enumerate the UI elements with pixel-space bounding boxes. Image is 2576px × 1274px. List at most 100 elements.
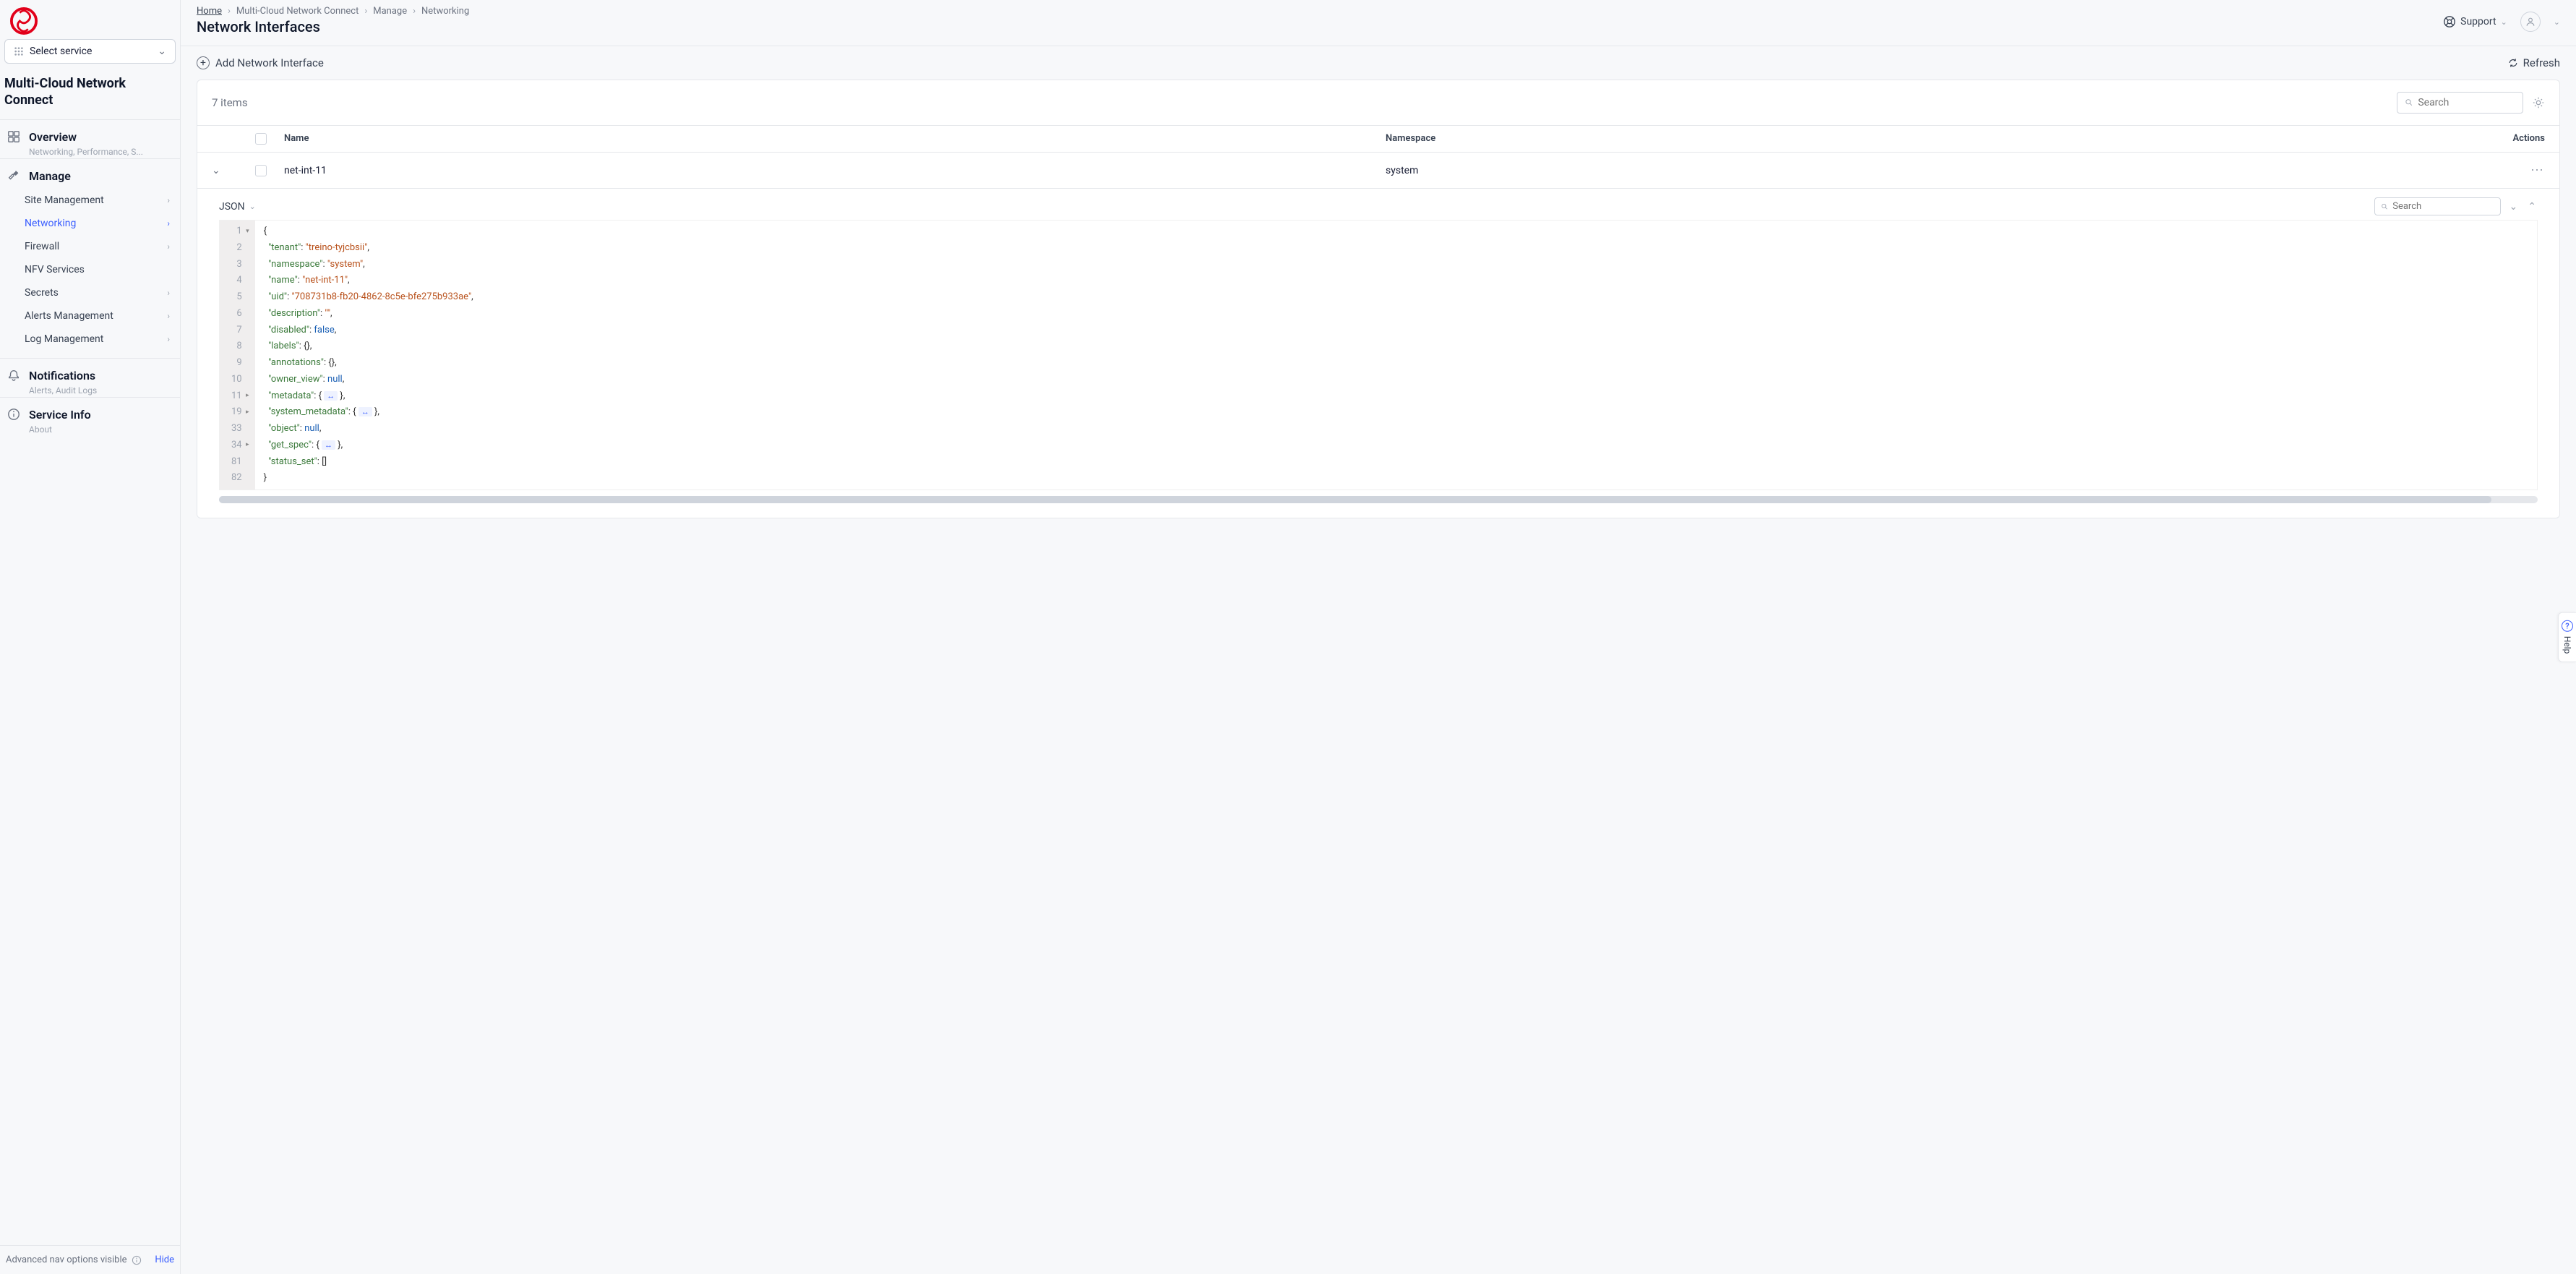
sidebar-item-log-management[interactable]: Log Management› <box>0 328 180 351</box>
code-line: "description": "", <box>264 306 2528 322</box>
breadcrumb-item[interactable]: Multi-Cloud Network Connect <box>236 6 359 17</box>
add-network-interface-button[interactable]: + Add Network Interface <box>197 56 324 69</box>
sidebar-item-alerts-management[interactable]: Alerts Management› <box>0 304 180 328</box>
table-search[interactable] <box>2397 92 2523 114</box>
user-avatar[interactable] <box>2520 12 2541 32</box>
refresh-button[interactable]: Refresh <box>2507 56 2560 69</box>
code-line: "metadata": { ↔ }, <box>264 388 2528 405</box>
breadcrumb-item[interactable]: Manage <box>373 6 407 17</box>
json-viewer: 1▾234567891011▸19▸3334▸8182 { "tenant": … <box>219 220 2538 490</box>
line-number[interactable]: 19▸ <box>231 404 249 421</box>
line-number: 3 <box>231 257 249 273</box>
sidebar-item-firewall[interactable]: Firewall› <box>0 235 180 258</box>
col-name: Name <box>284 133 1386 145</box>
line-number: 7 <box>231 322 249 339</box>
page-title: Network Interfaces <box>197 18 469 35</box>
code-line: "name": "net-int-11", <box>264 273 2528 289</box>
search-prev[interactable]: ⌃ <box>2526 200 2538 214</box>
expand-row-toggle[interactable]: ⌄ <box>212 165 255 176</box>
user-icon <box>2525 16 2536 27</box>
product-title: Multi-Cloud Network Connect <box>0 72 180 119</box>
horizontal-scrollbar[interactable] <box>219 496 2538 503</box>
nav-overview[interactable]: Overview Networking, Performance, S... <box>0 119 180 158</box>
chevron-down-icon: ⌄ <box>2501 17 2507 27</box>
help-tab[interactable]: ? Help <box>2558 612 2576 662</box>
support-icon <box>2443 15 2456 28</box>
wrench-icon <box>7 169 20 182</box>
main: Home›Multi-Cloud Network Connect›Manage›… <box>181 0 2576 1274</box>
grid-icon <box>14 46 24 56</box>
code-line: "owner_view": null, <box>264 372 2528 388</box>
service-selector-label: Select service <box>30 46 92 57</box>
code-line: "status_set": [] <box>264 454 2528 471</box>
item-count: 7 items <box>212 96 248 109</box>
sidebar-item-secrets[interactable]: Secrets› <box>0 281 180 304</box>
chevron-down-icon[interactable]: ⌄ <box>2554 17 2560 27</box>
line-number[interactable]: 34▸ <box>231 437 249 454</box>
code-line: "tenant": "treino-tyjcbsii", <box>264 240 2528 257</box>
sidebar-item-site-management[interactable]: Site Management› <box>0 189 180 212</box>
chevron-right-icon: › <box>167 288 170 298</box>
line-number: 5 <box>231 289 249 306</box>
code-line: } <box>264 470 2528 487</box>
json-search[interactable] <box>2374 197 2501 215</box>
line-number[interactable]: 11▸ <box>231 388 249 405</box>
breadcrumb: Home›Multi-Cloud Network Connect›Manage›… <box>197 6 469 17</box>
service-selector[interactable]: Select service ⌄ <box>4 39 176 64</box>
row-name[interactable]: net-int-11 <box>284 165 1386 176</box>
search-icon <box>2405 98 2413 108</box>
footer-text: Advanced nav options visible <box>6 1254 127 1265</box>
table-search-input[interactable] <box>2418 97 2515 108</box>
info-icon <box>7 408 20 421</box>
select-all-checkbox[interactable] <box>255 133 267 145</box>
line-number: 82 <box>231 470 249 487</box>
row-actions-menu[interactable]: ⋯ <box>2487 163 2545 178</box>
chevron-right-icon: › <box>167 195 170 205</box>
logo[interactable] <box>0 0 180 39</box>
line-number[interactable]: 1▾ <box>231 223 249 240</box>
code-line: "namespace": "system", <box>264 257 2528 273</box>
code-line: "object": null, <box>264 421 2528 437</box>
line-number: 10 <box>231 372 249 388</box>
code-line: "uid": "708731b8-fb20-4862-8c5e-bfe275b9… <box>264 289 2528 306</box>
line-number: 4 <box>231 273 249 289</box>
nav-service-info[interactable]: Service Info About <box>0 397 180 436</box>
support-menu[interactable]: Support ⌄ <box>2443 15 2507 28</box>
code-line: "system_metadata": { ↔ }, <box>264 404 2528 421</box>
notifications-subtitle: Alerts, Audit Logs <box>0 385 180 397</box>
breadcrumb-item[interactable]: Home <box>197 6 222 17</box>
plus-icon: + <box>197 56 210 69</box>
table-row: ⌄ net-int-11 system ⋯ <box>197 153 2559 189</box>
nav-notifications[interactable]: Notifications Alerts, Audit Logs <box>0 358 180 397</box>
notifications-label: Notifications <box>29 369 95 382</box>
overview-subtitle: Networking, Performance, S... <box>0 147 180 158</box>
info-icon <box>132 1255 142 1265</box>
sidebar-footer: Advanced nav options visible Hide <box>0 1245 180 1274</box>
table-header: Name Namespace Actions <box>197 125 2559 153</box>
row-checkbox[interactable] <box>255 165 267 176</box>
code-line: "annotations": {}, <box>264 355 2528 372</box>
overview-label: Overview <box>29 130 77 144</box>
chevron-right-icon: › <box>167 311 170 321</box>
refresh-icon <box>2507 57 2519 69</box>
col-actions: Actions <box>2487 133 2545 145</box>
sidebar-item-nfv-services[interactable]: NFV Services <box>0 258 180 281</box>
service-info-subtitle: About <box>0 424 180 436</box>
chevron-right-icon: › <box>167 241 170 252</box>
row-expansion: JSON ⌄ ⌄ ⌃ 1▾234567891011▸19▸3334▸8182 <box>197 189 2559 518</box>
code-line: "labels": {}, <box>264 338 2528 355</box>
toolbar: + Add Network Interface Refresh <box>181 46 2576 80</box>
search-icon <box>2381 202 2389 211</box>
json-search-input[interactable] <box>2392 201 2494 212</box>
format-selector[interactable]: JSON ⌄ <box>219 201 256 213</box>
chevron-right-icon: › <box>167 218 170 228</box>
question-icon: ? <box>2562 620 2573 632</box>
search-next[interactable]: ⌄ <box>2508 200 2520 214</box>
code-line: "get_spec": { ↔ }, <box>264 437 2528 454</box>
hide-button[interactable]: Hide <box>155 1254 174 1265</box>
topbar: Home›Multi-Cloud Network Connect›Manage›… <box>181 0 2576 46</box>
service-info-label: Service Info <box>29 408 91 422</box>
sidebar-item-networking[interactable]: Networking› <box>0 212 180 235</box>
gear-icon[interactable] <box>2532 96 2545 109</box>
nav-manage: Manage Site Management›Networking›Firewa… <box>0 158 180 358</box>
